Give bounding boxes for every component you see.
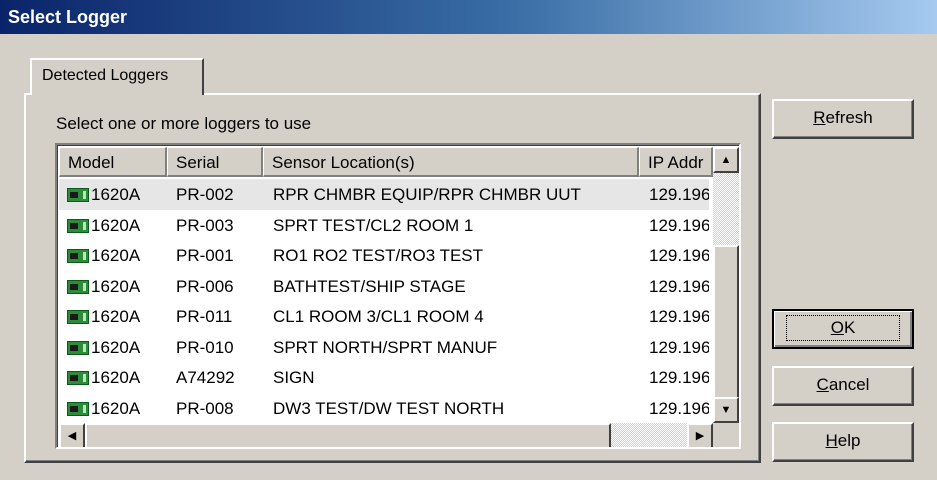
logger-device-icon bbox=[67, 249, 89, 263]
cell-location: SPRT NORTH/SPRT MANUF bbox=[273, 337, 498, 357]
logger-device-icon bbox=[67, 218, 89, 233]
model-text: 1620A bbox=[91, 185, 141, 204]
cell-serial: PR-011 bbox=[176, 307, 233, 326]
scroll-right-icon[interactable]: ▶ bbox=[687, 423, 713, 447]
logger-device-icon bbox=[67, 279, 89, 294]
cancel-mnemonic: C bbox=[816, 375, 829, 394]
tab-label: Detected Loggers bbox=[42, 67, 169, 84]
model-text: 1620A bbox=[91, 276, 141, 296]
vertical-scrollbar[interactable]: ▲ ▼ bbox=[713, 147, 739, 423]
cell-location: CL1 ROOM 3/CL1 ROOM 4 bbox=[273, 307, 484, 326]
cell-location: BATHTEST/SHIP STAGE bbox=[273, 276, 466, 296]
column-header-location[interactable]: Sensor Location(s) bbox=[263, 147, 639, 177]
logger-device-icon bbox=[67, 310, 89, 324]
cell-serial: PR-003 bbox=[176, 215, 234, 235]
window-title: Select Logger bbox=[8, 7, 128, 27]
cell-location: RO1 RO2 TEST/RO3 TEST bbox=[273, 246, 484, 265]
scroll-left-icon[interactable]: ◀ bbox=[59, 423, 85, 447]
cell-model: 1620A bbox=[67, 240, 157, 271]
cell-location: RPR CHMBR EQUIP/RPR CHMBR UUT bbox=[273, 185, 581, 204]
cell-serial: PR-002 bbox=[176, 185, 234, 204]
title-bar: Select Logger bbox=[0, 0, 937, 34]
horizontal-scroll-thumb[interactable] bbox=[85, 423, 611, 447]
logger-device-icon bbox=[67, 371, 89, 385]
cell-ip: 129.196 bbox=[649, 368, 709, 387]
list-header: Model Serial Sensor Location(s) IP Addr bbox=[59, 147, 713, 179]
cell-model: 1620A bbox=[67, 301, 157, 332]
tab-detected-loggers[interactable]: Detected Loggers bbox=[30, 58, 204, 95]
table-row[interactable]: 1620A PR-002 RPR CHMBR EQUIP/RPR CHMBR UUT… bbox=[59, 179, 709, 210]
table-row[interactable]: 1620A A74292 SIGN 129.196 bbox=[59, 362, 709, 393]
model-text: 1620A bbox=[91, 368, 141, 387]
help-label: elp bbox=[837, 431, 861, 450]
scroll-up-icon[interactable]: ▲ bbox=[713, 147, 739, 173]
cell-serial: PR-010 bbox=[176, 337, 234, 357]
horizontal-scrollbar[interactable]: ◀ ▶ bbox=[59, 423, 713, 447]
model-text: 1620A bbox=[91, 307, 141, 326]
ok-focus-rect: OK bbox=[785, 315, 901, 341]
cell-serial: PR-001 bbox=[176, 246, 234, 265]
cancel-label: ancel bbox=[828, 375, 870, 394]
cell-ip: 129.196 bbox=[649, 337, 709, 357]
ok-mnemonic: O bbox=[830, 318, 844, 337]
cell-model: 1620A bbox=[67, 332, 157, 363]
refresh-button[interactable]: Refresh bbox=[772, 99, 914, 139]
logger-list[interactable]: Model Serial Sensor Location(s) IP Addr … bbox=[55, 143, 741, 449]
cell-model: 1620A bbox=[67, 393, 157, 424]
scrollbar-corner bbox=[713, 423, 739, 447]
cell-serial: A74292 bbox=[176, 368, 235, 387]
refresh-mnemonic: R bbox=[813, 108, 826, 127]
column-header-ip[interactable]: IP Addr bbox=[639, 147, 713, 177]
scroll-down-icon[interactable]: ▼ bbox=[713, 397, 739, 423]
ok-label: K bbox=[843, 318, 856, 337]
cell-ip: 129.196 bbox=[649, 185, 709, 204]
cell-model: 1620A bbox=[67, 210, 157, 241]
instruction-label: Select one or more loggers to use bbox=[56, 114, 312, 133]
ok-button[interactable]: OK bbox=[772, 309, 914, 349]
column-header-model[interactable]: Model bbox=[59, 147, 167, 177]
table-row[interactable]: 1620A PR-010 SPRT NORTH/SPRT MANUF 129.196 bbox=[59, 332, 709, 363]
vertical-scroll-thumb[interactable] bbox=[713, 245, 739, 399]
logger-device-icon bbox=[67, 401, 89, 416]
table-row[interactable]: 1620A PR-001 RO1 RO2 TEST/RO3 TEST 129.196 bbox=[59, 240, 709, 271]
model-text: 1620A bbox=[91, 398, 141, 418]
help-mnemonic: H bbox=[825, 431, 838, 450]
cell-ip: 129.196 bbox=[649, 307, 709, 326]
refresh-label: efresh bbox=[825, 108, 873, 127]
cell-ip: 129.196 bbox=[649, 398, 709, 418]
cell-model: 1620A bbox=[67, 271, 157, 302]
cell-location: DW3 TEST/DW TEST NORTH bbox=[273, 398, 505, 418]
cell-model: 1620A bbox=[67, 179, 157, 210]
cancel-button[interactable]: Cancel bbox=[772, 366, 914, 406]
model-text: 1620A bbox=[91, 246, 141, 265]
cell-ip: 129.196 bbox=[649, 246, 709, 265]
table-row[interactable]: 1620A PR-003 SPRT TEST/CL2 ROOM 1 129.196 bbox=[59, 210, 709, 241]
logger-device-icon bbox=[67, 340, 89, 355]
column-header-serial[interactable]: Serial bbox=[167, 147, 263, 177]
table-row[interactable]: 1620A PR-008 DW3 TEST/DW TEST NORTH 129.196 bbox=[59, 393, 709, 424]
cell-ip: 129.196 bbox=[649, 276, 709, 296]
cell-model: 1620A bbox=[67, 362, 157, 393]
help-button[interactable]: Help bbox=[772, 422, 914, 462]
cell-location: SPRT TEST/CL2 ROOM 1 bbox=[273, 215, 474, 235]
cell-location: SIGN bbox=[273, 368, 315, 387]
cell-ip: 129.196 bbox=[649, 215, 709, 235]
cell-serial: PR-006 bbox=[176, 276, 234, 296]
logger-device-icon bbox=[67, 188, 89, 202]
table-row[interactable]: 1620A PR-006 BATHTEST/SHIP STAGE 129.196 bbox=[59, 271, 709, 302]
table-row[interactable]: 1620A PR-011 CL1 ROOM 3/CL1 ROOM 4 129.196 bbox=[59, 301, 709, 332]
cell-serial: PR-008 bbox=[176, 398, 234, 418]
model-text: 1620A bbox=[91, 337, 141, 357]
model-text: 1620A bbox=[91, 215, 141, 235]
